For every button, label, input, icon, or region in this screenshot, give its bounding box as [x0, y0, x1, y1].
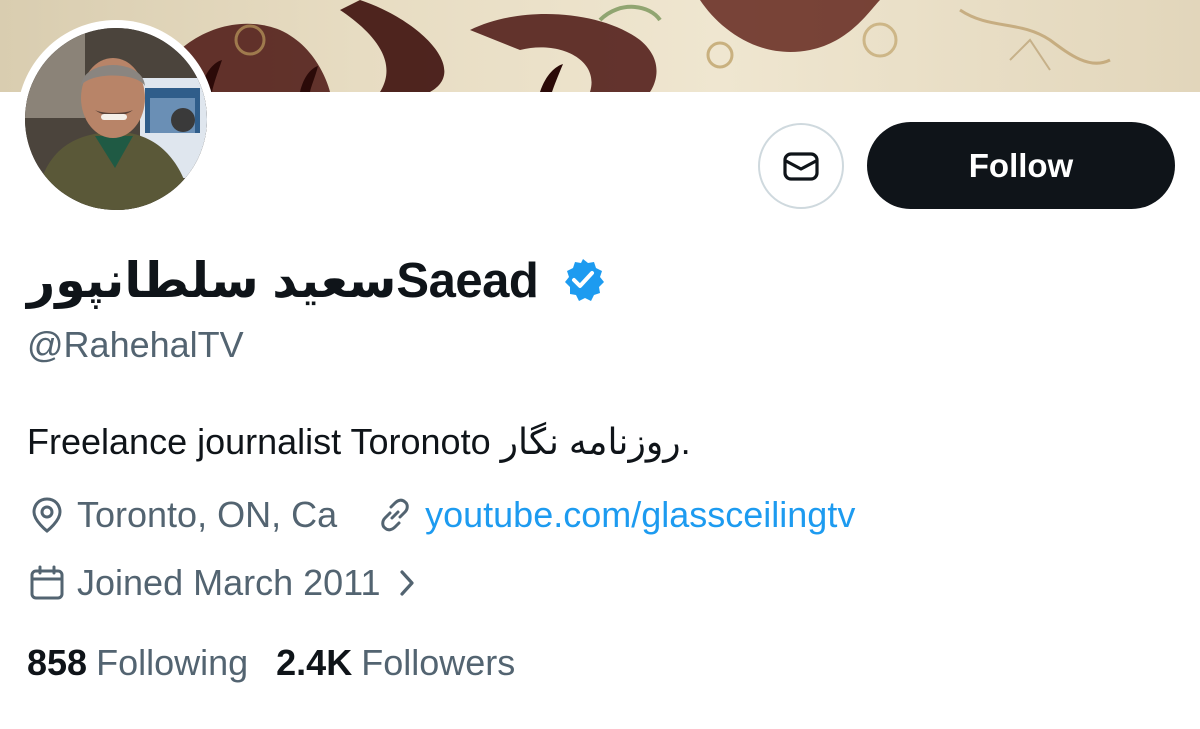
avatar-frame[interactable] — [17, 20, 215, 218]
followers-stat[interactable]: 2.4K Followers — [276, 642, 515, 684]
following-count: 858 — [27, 642, 88, 683]
joined-text: Joined March 2011 — [77, 562, 381, 603]
follow-stats: 858 Following 2.4K Followers — [27, 640, 515, 686]
joined-row[interactable]: Joined March 2011 — [27, 560, 421, 606]
profile-bio: Freelance journalist Toronoto روزنامه نگ… — [27, 421, 691, 462]
profile-meta-row: Toronto, ON, Ca youtube.com/glassceiling… — [27, 492, 855, 538]
display-name: سعید سلطانپورSaead — [27, 253, 539, 308]
message-button[interactable] — [758, 123, 844, 209]
avatar-photo — [25, 28, 207, 210]
user-handle: @RahehalTV — [27, 324, 244, 365]
chevron-right-icon[interactable] — [393, 566, 421, 600]
location-text: Toronto, ON, Ca — [77, 494, 338, 535]
website-link[interactable]: youtube.com/glassceilingtv — [425, 494, 855, 536]
following-label: Following — [96, 642, 249, 683]
calendar-icon — [30, 565, 64, 600]
followers-count: 2.4K — [276, 642, 353, 683]
following-stat[interactable]: 858 Following — [27, 642, 248, 684]
display-name-row: سعید سلطانپورSaead — [27, 248, 606, 312]
link-icon — [381, 498, 409, 532]
followers-label: Followers — [361, 642, 516, 683]
envelope-icon — [783, 152, 819, 181]
location-item: Toronto, ON, Ca — [27, 494, 337, 536]
website-item[interactable]: youtube.com/glassceilingtv — [375, 494, 855, 536]
follow-button[interactable]: Follow — [867, 122, 1175, 209]
location-pin-icon — [32, 497, 62, 533]
verified-badge-icon[interactable] — [560, 257, 606, 303]
follow-button-label: Follow — [968, 146, 1074, 184]
avatar[interactable] — [25, 28, 207, 210]
